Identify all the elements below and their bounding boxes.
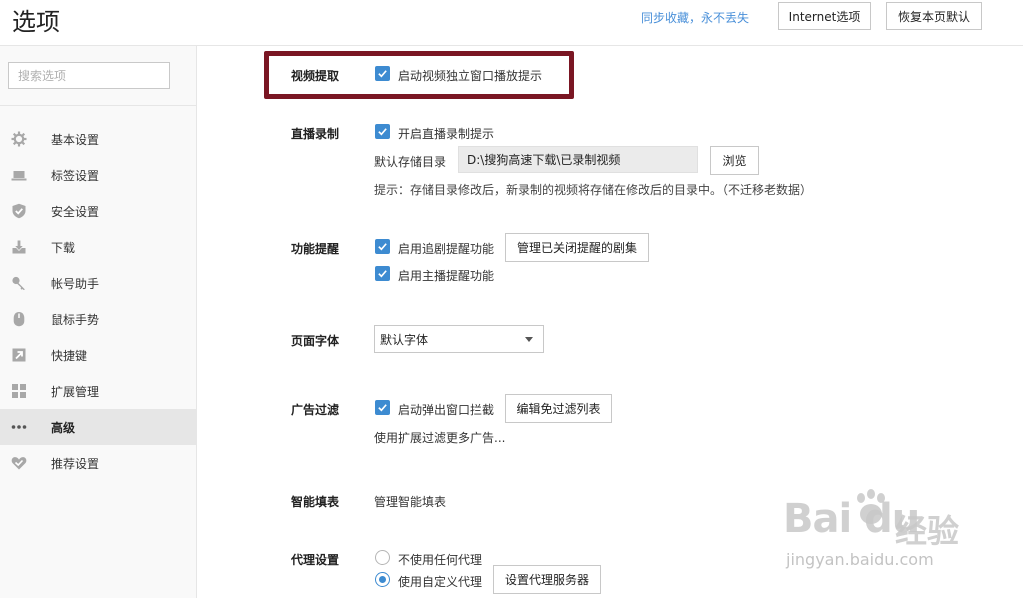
sidebar-item-label: 鼠标手势 [51, 312, 100, 327]
sidebar-item-label: 推荐设置 [51, 456, 100, 471]
sidebar-item-shortcuts[interactable]: 快捷键 [0, 337, 196, 373]
edit-whitelist-button[interactable]: 编辑免过滤列表 [505, 394, 612, 423]
manage-closed-reminders-button[interactable]: 管理已关闭提醒的剧集 [505, 233, 649, 262]
sidebar-item-label: 安全设置 [51, 204, 100, 219]
no-proxy-label: 不使用任何代理 [398, 553, 483, 567]
font-select[interactable]: 默认字体 [374, 325, 544, 353]
restore-defaults-button[interactable]: 恢复本页默认 [886, 2, 982, 30]
font-select-value: 默认字体 [380, 332, 429, 347]
key-icon [11, 275, 27, 291]
browse-button[interactable]: 浏览 [710, 146, 759, 175]
shortcut-arrow-icon [11, 347, 27, 363]
proxy-label: 代理设置 [291, 553, 340, 567]
options-header: 选项 同步收藏，永不丢失 Internet选项 恢复本页默认 [0, 0, 1023, 46]
video-extract-label: 视频提取 [291, 69, 340, 83]
proxy-server-button[interactable]: 设置代理服务器 [493, 565, 601, 594]
autofill-label: 智能填表 [291, 495, 340, 509]
watermark-cn: 经验 [895, 512, 960, 550]
check-icon [378, 128, 387, 136]
sidebar-item-label: 快捷键 [51, 348, 88, 363]
sidebar-item-tabs[interactable]: 标签设置 [0, 157, 196, 193]
page-title: 选项 [12, 8, 60, 36]
video-popup-checkbox-label: 启动视频独立窗口播放提示 [398, 69, 543, 83]
gear-icon [11, 131, 27, 147]
check-icon [378, 70, 387, 78]
mouse-icon [11, 311, 27, 327]
baidu-jingyan-watermark: Bai du 经验 jingyan.baidu.com [783, 488, 988, 578]
live-record-checkbox[interactable] [375, 124, 390, 139]
page-font-label: 页面字体 [291, 334, 340, 348]
dir-hint-text: 提示：存储目录修改后，新录制的视频将存储在修改后的目录中。（不迁移老数据） [374, 183, 813, 197]
default-dir-label: 默认存储目录 [374, 155, 447, 169]
sidebar-item-label: 基本设置 [51, 132, 100, 147]
sidebar-item-label: 下载 [51, 240, 76, 255]
internet-options-button[interactable]: Internet选项 [778, 2, 871, 30]
sidebar-item-download[interactable]: 下载 [0, 229, 196, 265]
laptop-icon [11, 167, 27, 183]
paw-icon [857, 489, 885, 524]
adfilter-label: 广告过滤 [291, 403, 340, 417]
more-dots-icon [11, 419, 27, 435]
popup-block-checkbox[interactable] [375, 400, 390, 415]
extension-filter-link[interactable]: 使用扩展过滤更多广告... [374, 429, 505, 446]
sidebar-item-label: 高级 [51, 420, 76, 435]
sidebar-item-extensions[interactable]: 扩展管理 [0, 373, 196, 409]
custom-proxy-label: 使用自定义代理 [398, 575, 483, 589]
drama-reminder-label: 启用追剧提醒功能 [398, 242, 495, 256]
popup-block-label: 启动弹出窗口拦截 [398, 403, 495, 417]
video-popup-checkbox[interactable] [375, 66, 390, 81]
no-proxy-radio[interactable] [375, 550, 390, 565]
check-icon [378, 243, 387, 251]
sidebar-item-account[interactable]: 帐号助手 [0, 265, 196, 301]
drama-reminder-checkbox[interactable] [375, 239, 390, 254]
custom-proxy-radio[interactable] [375, 572, 390, 587]
live-record-label: 直播录制 [291, 127, 340, 141]
sidebar-item-advanced[interactable]: 高级 [0, 409, 196, 445]
default-dir-field[interactable]: D:\搜狗高速下载\已录制视频 [458, 146, 698, 173]
anchor-reminder-checkbox[interactable] [375, 266, 390, 281]
heart-icon [11, 455, 27, 471]
sync-favorites-link[interactable]: 同步收藏，永不丢失 [641, 9, 749, 26]
anchor-reminder-label: 启用主播提醒功能 [398, 269, 495, 283]
sidebar: 基本设置 标签设置 安全设置 下载 帐号助手 鼠标手势 快捷键 [0, 46, 197, 598]
shield-check-icon [11, 203, 27, 219]
watermark-url: jingyan.baidu.com [786, 550, 934, 569]
sidebar-item-label: 标签设置 [51, 168, 100, 183]
chevron-down-icon [525, 337, 533, 342]
sidebar-item-mouse-gesture[interactable]: 鼠标手势 [0, 301, 196, 337]
sidebar-divider [0, 105, 196, 106]
grid-icon [11, 383, 27, 399]
sidebar-item-security[interactable]: 安全设置 [0, 193, 196, 229]
sidebar-item-basic[interactable]: 基本设置 [0, 121, 196, 157]
manage-autofill-link[interactable]: 管理智能填表 [374, 493, 446, 510]
sidebar-item-label: 扩展管理 [51, 384, 100, 399]
live-record-checkbox-label: 开启直播录制提示 [398, 127, 495, 141]
download-icon [11, 239, 27, 255]
check-icon [378, 404, 387, 412]
sidebar-item-label: 帐号助手 [51, 276, 100, 291]
check-icon [378, 270, 387, 278]
search-input[interactable] [8, 62, 170, 89]
sidebar-item-recommended[interactable]: 推荐设置 [0, 445, 196, 481]
reminder-label: 功能提醒 [291, 242, 340, 256]
